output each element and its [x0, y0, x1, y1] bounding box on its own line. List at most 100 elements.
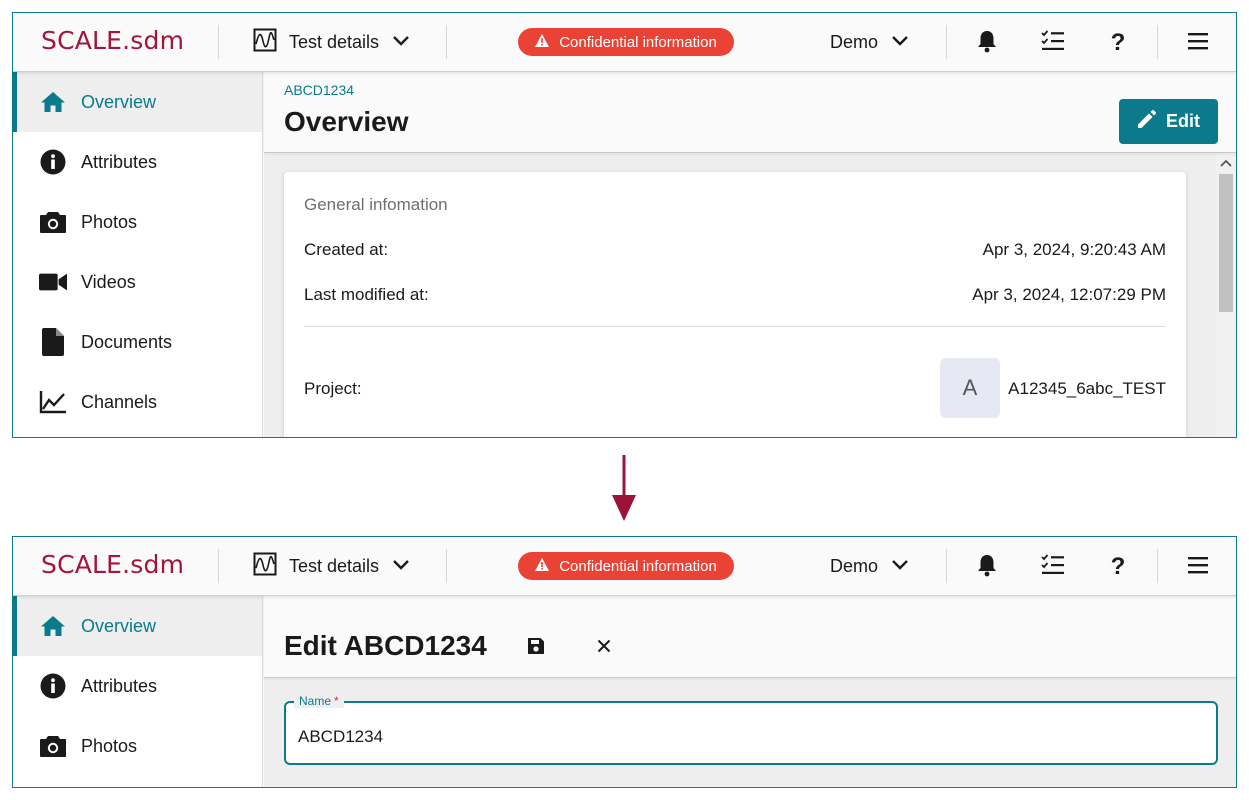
tasks-button[interactable] [1039, 29, 1067, 57]
context-label: Test details [289, 555, 380, 576]
general-info-card: General infomation Created at: Apr 3, 20… [284, 172, 1186, 437]
field-label-text: Name [299, 694, 332, 708]
bell-icon [976, 553, 998, 582]
sidebar-item-photos[interactable]: Photos [13, 192, 262, 252]
close-icon [597, 639, 611, 658]
page-content: General infomation Created at: Apr 3, 20… [264, 154, 1216, 437]
main-menu-button[interactable] [1184, 553, 1212, 581]
divider [218, 25, 219, 59]
app-logo[interactable]: SCALE.sdm [41, 550, 184, 579]
edit-screen: SCALE.sdm Test details Confidential info… [12, 536, 1237, 788]
card-title: General infomation [304, 195, 448, 214]
pencil-icon [1137, 109, 1157, 134]
sidebar-item-attributes[interactable]: Attributes [13, 656, 262, 716]
notifications-button[interactable] [973, 553, 1001, 581]
sidebar-item-label: Attributes [81, 151, 158, 172]
sidebar-item-attributes[interactable]: Attributes [13, 132, 262, 192]
confidential-label: Confidential information [559, 33, 717, 51]
divider [946, 549, 947, 583]
divider [1157, 25, 1158, 59]
save-button[interactable] [524, 636, 548, 660]
project-value[interactable]: A12345_6abc_TEST [1008, 379, 1166, 399]
context-selector[interactable]: Test details [253, 27, 411, 57]
user-menu-label: Demo [830, 555, 879, 576]
tasks-button[interactable] [1039, 553, 1067, 581]
name-field[interactable]: Name * [284, 694, 1218, 765]
top-bar: SCALE.sdm Test details Confidential info… [13, 13, 1236, 72]
sidebar-item-label: Channels [81, 391, 158, 412]
page-header: Edit ABCD1234 [264, 596, 1236, 678]
context-label: Test details [289, 31, 380, 52]
sidebar-item-label: Photos [81, 211, 138, 232]
project-avatar: A [940, 358, 1000, 418]
sidebar-item-label: Attributes [81, 675, 158, 696]
camera-icon [39, 208, 67, 236]
home-icon [39, 612, 67, 640]
name-field-label: Name * [294, 694, 344, 708]
sidebar-item-photos[interactable]: Photos [13, 716, 262, 776]
scrollbar[interactable] [1216, 154, 1236, 437]
required-marker: * [334, 694, 339, 708]
page-header: ABCD1234 Overview Edit [264, 72, 1236, 153]
last-modified-label: Last modified at: [304, 285, 429, 304]
confidential-badge: Confidential information [518, 552, 734, 580]
name-input[interactable] [298, 727, 1178, 747]
scrollbar-thumb[interactable] [1219, 174, 1233, 312]
confidential-badge: Confidential information [518, 28, 734, 56]
bell-icon [976, 29, 998, 58]
main-menu-button[interactable] [1184, 29, 1212, 57]
hamburger-menu-icon [1187, 555, 1209, 580]
chevron-down-icon [391, 554, 411, 579]
user-menu-label: Demo [830, 31, 879, 52]
edit-button[interactable]: Edit [1119, 99, 1218, 144]
sidebar-item-videos[interactable]: Videos [13, 252, 262, 312]
edit-button-label: Edit [1166, 111, 1200, 131]
created-at-value: Apr 3, 2024, 9:20:43 AM [982, 240, 1166, 259]
divider [946, 25, 947, 59]
help-icon: ? [1110, 29, 1126, 56]
hamburger-menu-icon [1187, 31, 1209, 56]
chevron-down-icon [890, 30, 910, 55]
project-label: Project: [304, 379, 362, 398]
sidebar-nav: Overview Attributes Photos [13, 596, 263, 787]
sidebar-item-overview[interactable]: Overview [13, 596, 262, 656]
info-icon [39, 148, 67, 176]
edit-form: Name * [264, 679, 1236, 787]
page-title: Overview [284, 106, 409, 137]
context-selector[interactable]: Test details [253, 551, 411, 581]
line-chart-icon [39, 388, 67, 416]
user-menu[interactable]: Demo [830, 551, 910, 581]
top-bar: SCALE.sdm Test details Confidential info… [13, 537, 1236, 596]
notifications-button[interactable] [973, 29, 1001, 57]
scroll-up-button[interactable] [1216, 154, 1236, 172]
info-icon [39, 672, 67, 700]
created-at-label: Created at: [304, 240, 389, 259]
sidebar-nav: Overview Attributes Photos Videos Docume… [13, 72, 263, 437]
card-divider [304, 326, 1166, 327]
chevron-down-icon [391, 30, 411, 55]
sidebar-item-overview[interactable]: Overview [13, 72, 262, 132]
help-icon: ? [1110, 553, 1126, 580]
checklist-icon [1040, 29, 1066, 58]
app-logo[interactable]: SCALE.sdm [41, 26, 184, 55]
sidebar-item-label: Photos [81, 735, 138, 756]
breadcrumb[interactable]: ABCD1234 [284, 82, 354, 98]
cancel-button[interactable] [592, 636, 616, 660]
home-icon [39, 88, 67, 116]
waveform-icon [253, 552, 277, 581]
sidebar-item-label: Overview [81, 615, 157, 636]
sidebar-item-channels[interactable]: Channels [13, 372, 262, 432]
warning-icon [535, 557, 550, 575]
overview-screen: SCALE.sdm Test details Confidential info… [12, 12, 1237, 438]
sidebar-item-label: Videos [81, 271, 136, 292]
help-button[interactable]: ? [1104, 553, 1132, 581]
save-icon [527, 637, 545, 660]
help-button[interactable]: ? [1104, 29, 1132, 57]
sidebar-item-label: Documents [81, 331, 173, 352]
chevron-up-icon [1220, 154, 1232, 172]
video-camera-icon [39, 268, 67, 296]
sidebar-item-documents[interactable]: Documents [13, 312, 262, 372]
user-menu[interactable]: Demo [830, 27, 910, 57]
divider [1157, 549, 1158, 583]
document-icon [39, 328, 67, 356]
